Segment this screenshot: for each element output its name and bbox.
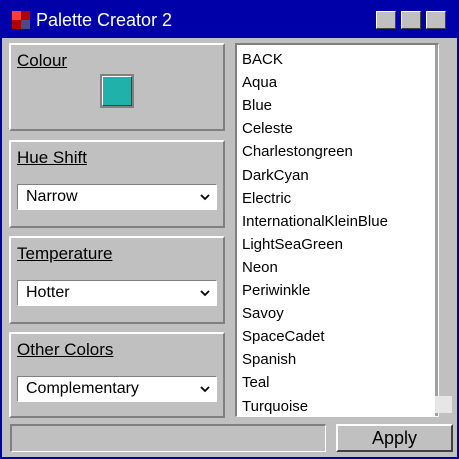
temperature-value: Hotter — [26, 284, 70, 301]
window-title: Palette Creator 2 — [36, 10, 173, 30]
list-item[interactable]: Spanish — [242, 349, 296, 371]
other-colors-group: Other Colors Complementary — [9, 332, 225, 418]
palette-app-icon — [12, 11, 30, 29]
close-button[interactable] — [426, 11, 446, 29]
list-item[interactable]: SpaceCadet — [242, 326, 325, 348]
list-item[interactable]: Neon — [242, 257, 278, 279]
list-item[interactable]: Teal — [242, 372, 270, 394]
temperature-label: Temperature — [17, 244, 113, 263]
hue-shift-group: Hue Shift Narrow — [9, 140, 225, 228]
other-colors-select[interactable]: Complementary — [17, 376, 217, 402]
scrollbar[interactable] — [435, 45, 438, 416]
minimize-button[interactable] — [376, 11, 396, 29]
list-item[interactable]: Savoy — [242, 303, 284, 325]
colour-swatch-button[interactable] — [100, 74, 134, 108]
hue-shift-select[interactable]: Narrow — [17, 184, 217, 210]
temperature-select[interactable]: Hotter — [17, 280, 217, 306]
list-item[interactable]: Charlestongreen — [242, 141, 353, 163]
list-item[interactable]: Electric — [242, 188, 291, 210]
colour-label: Colour — [17, 51, 68, 70]
list-item[interactable]: DarkCyan — [242, 165, 309, 187]
scroll-corner[interactable] — [435, 396, 452, 413]
colour-group: Colour — [9, 43, 225, 131]
colour-swatch — [102, 76, 132, 106]
color-listbox[interactable]: BACK Aqua Blue Celeste Charlestongreen DarkCy… — [235, 43, 439, 417]
apply-button[interactable]: Apply — [336, 424, 453, 452]
status-field — [10, 424, 326, 452]
list-item[interactable]: Turquoise — [242, 396, 308, 418]
other-colors-label: Other Colors — [17, 340, 114, 359]
hue-shift-value: Narrow — [26, 188, 78, 205]
chevron-down-icon — [200, 194, 210, 201]
palette-creator-window: Palette Creator 2 Colour Hue Shift Narro… — [0, 0, 459, 459]
other-colors-value: Complementary — [26, 380, 139, 397]
list-item[interactable]: BACK — [242, 49, 283, 71]
list-item[interactable]: Periwinkle — [242, 280, 310, 302]
list-item[interactable]: Blue — [242, 95, 272, 117]
chevron-down-icon — [200, 290, 210, 297]
chevron-down-icon — [200, 386, 210, 393]
list-item[interactable]: InternationalKleinBlue — [242, 211, 388, 233]
list-item[interactable]: Celeste — [242, 118, 293, 140]
list-item[interactable]: LightSeaGreen — [242, 234, 343, 256]
maximize-button[interactable] — [401, 11, 421, 29]
title-bar[interactable]: Palette Creator 2 — [2, 2, 457, 38]
temperature-group: Temperature Hotter — [9, 236, 225, 324]
hue-shift-label: Hue Shift — [17, 148, 87, 167]
list-item[interactable]: Aqua — [242, 72, 277, 94]
